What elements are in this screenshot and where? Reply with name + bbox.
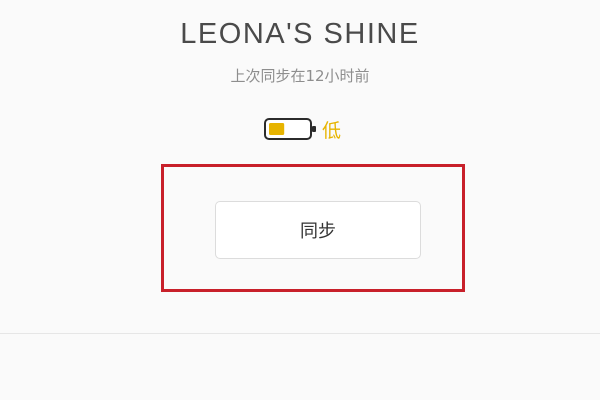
device-name: LEONA'S SHINE bbox=[180, 18, 420, 50]
battery-level-label: 低 bbox=[322, 119, 342, 142]
battery-low-icon bbox=[264, 116, 320, 142]
battery-status: 低 bbox=[264, 116, 341, 142]
sync-button[interactable]: 同步 bbox=[215, 201, 421, 259]
last-sync-status: 上次同步在12小时前 bbox=[230, 67, 370, 85]
divider bbox=[0, 333, 600, 334]
device-screen: LEONA'S SHINE 上次同步在12小时前 低 同步 bbox=[0, 0, 600, 400]
